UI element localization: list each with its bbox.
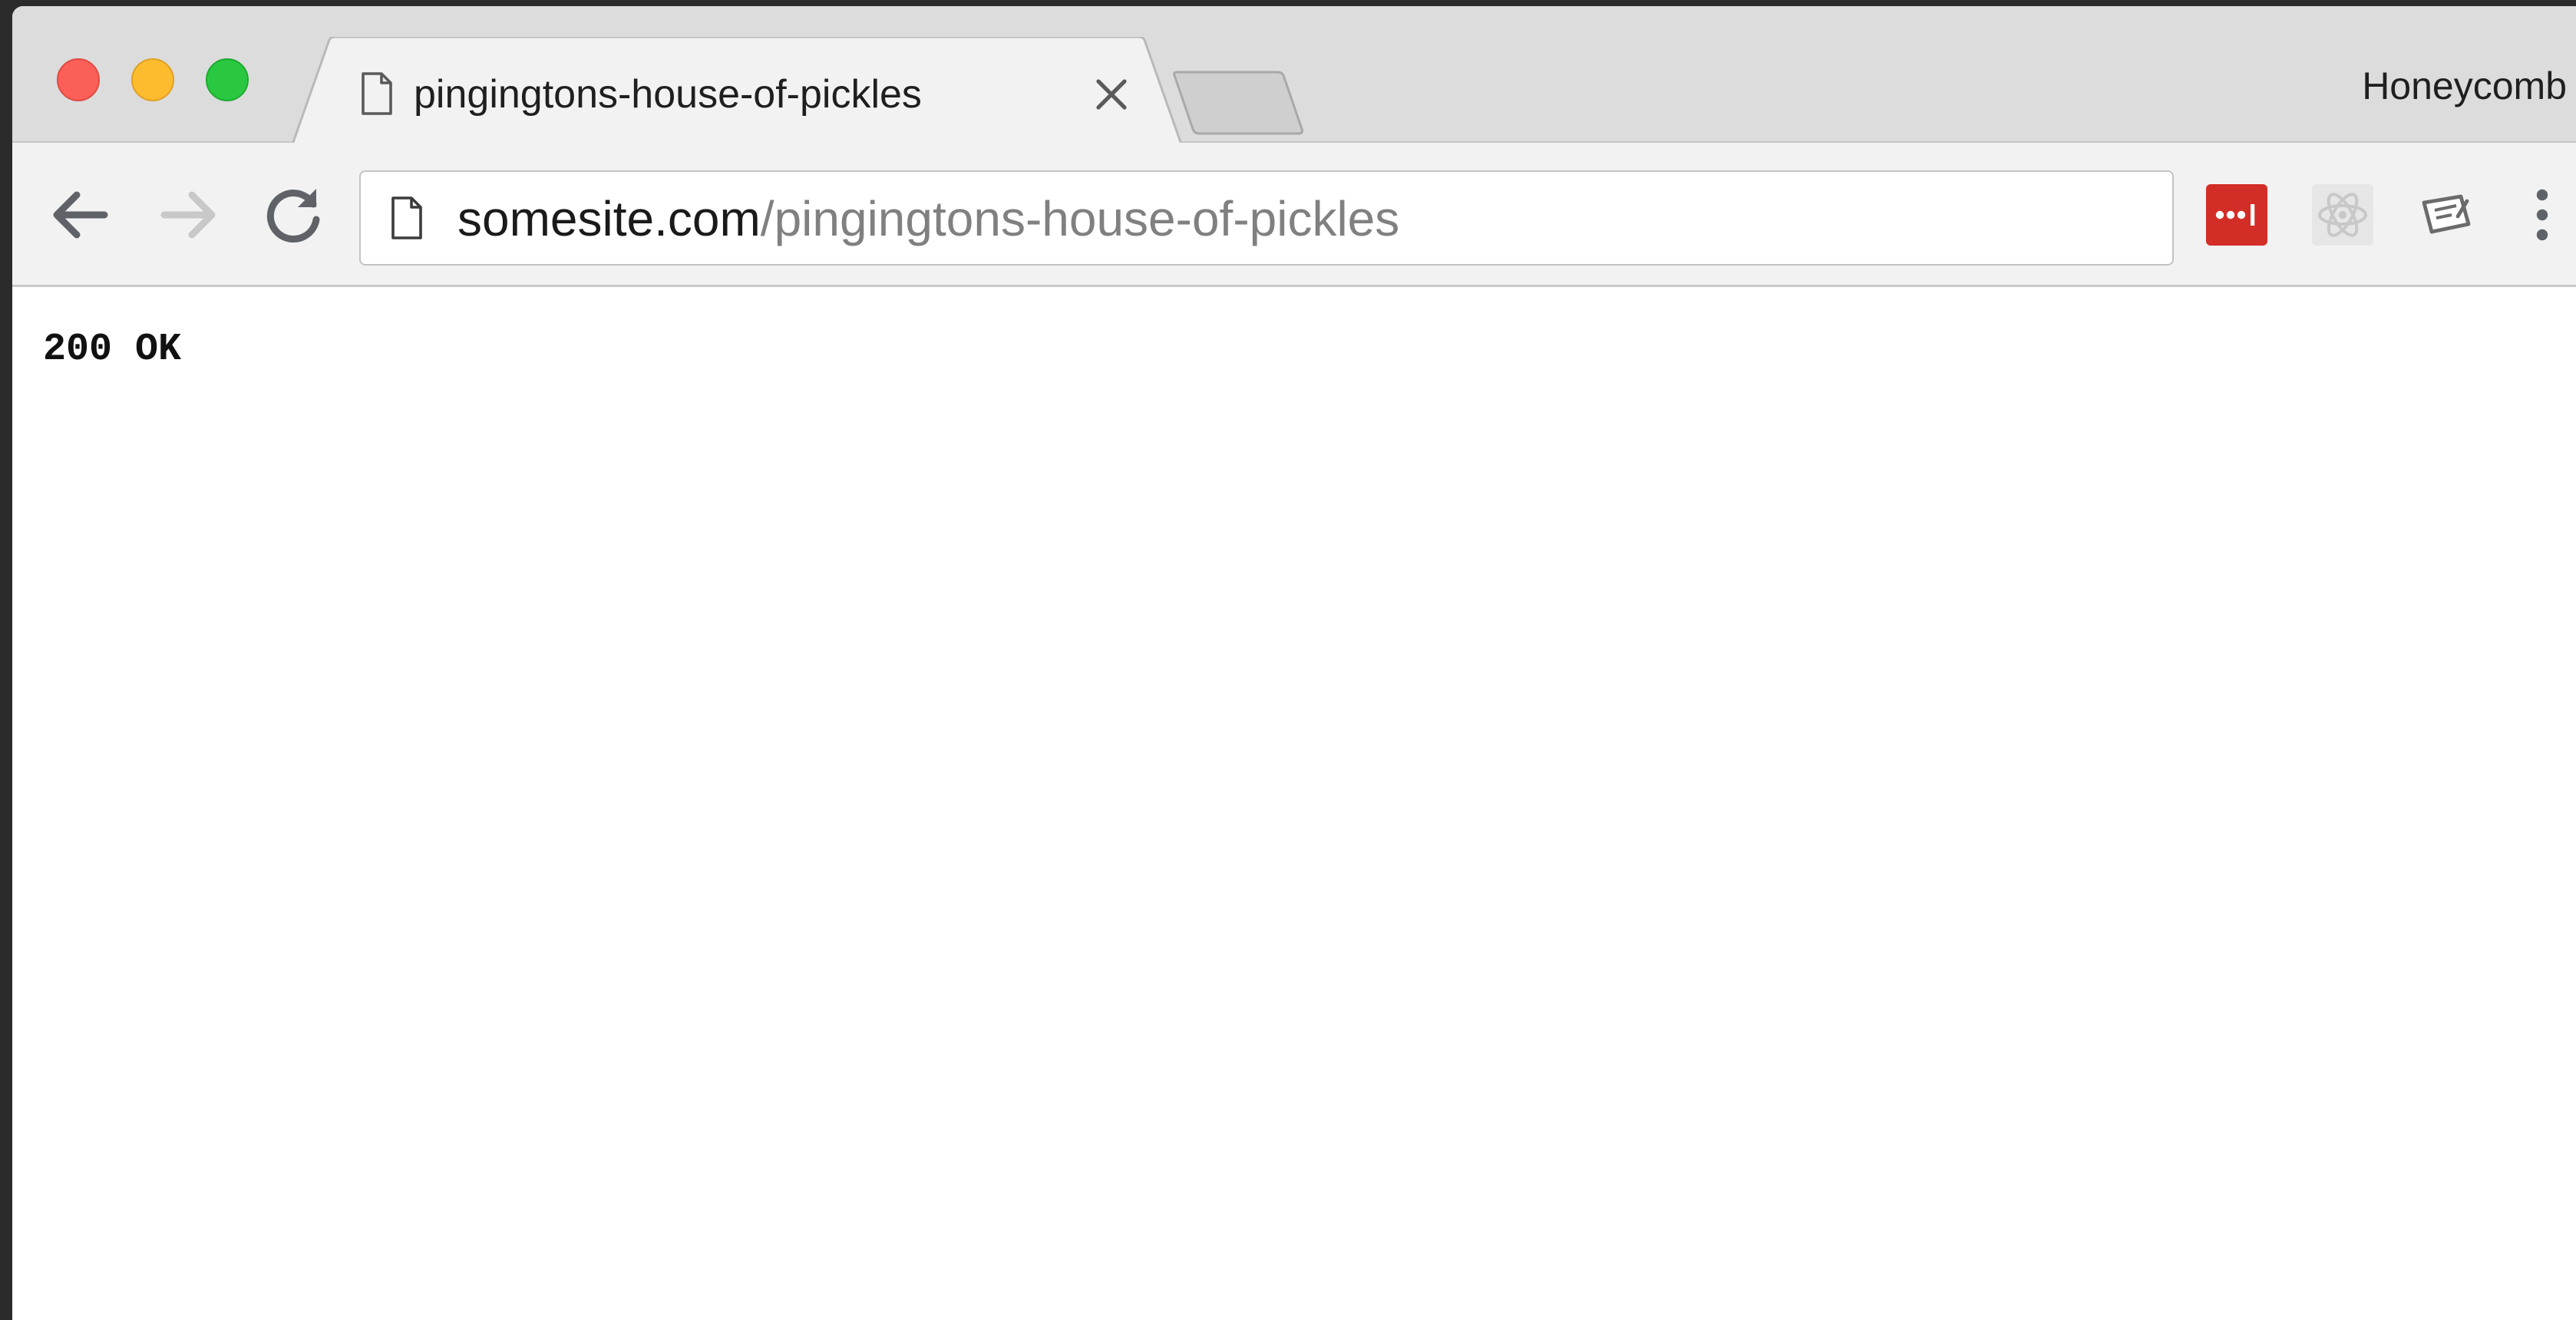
close-icon[interactable] (1091, 74, 1132, 115)
browser-window: pingingtons-house-of-pickles Honeycomb s… (12, 6, 2576, 1320)
window-close-button[interactable] (57, 58, 100, 101)
browser-toolbar: somesite.com/pingingtons-house-of-pickle… (12, 143, 2576, 287)
page-content: 200 OK (12, 287, 2576, 1320)
more-vertical-icon[interactable] (2519, 177, 2565, 253)
new-tab-button[interactable] (1170, 68, 1308, 137)
response-body-text: 200 OK (43, 328, 182, 371)
address-bar[interactable]: somesite.com/pingingtons-house-of-pickle… (359, 170, 2174, 266)
url-path: /pingingtons-house-of-pickles (760, 191, 1400, 246)
url-host: somesite.com (457, 191, 761, 246)
react-devtools-icon[interactable] (2312, 184, 2373, 246)
window-maximize-button[interactable] (206, 58, 249, 101)
lastpass-icon[interactable] (2206, 184, 2267, 246)
arrow-right-icon[interactable] (149, 177, 226, 253)
arrow-left-icon[interactable] (43, 177, 120, 253)
profile-name[interactable]: Honeycomb (2362, 61, 2567, 111)
notes-icon[interactable] (2415, 184, 2476, 246)
page-icon (362, 72, 392, 115)
page-icon (391, 196, 422, 239)
window-minimize-button[interactable] (131, 58, 174, 101)
tab-strip: pingingtons-house-of-pickles Honeycomb (12, 6, 2576, 144)
reload-icon[interactable] (255, 177, 332, 253)
tab-title: pingingtons-house-of-pickles (414, 72, 922, 117)
url-text[interactable]: somesite.com/pingingtons-house-of-pickle… (457, 190, 1399, 247)
tab-active[interactable]: pingingtons-house-of-pickles (292, 37, 1214, 144)
